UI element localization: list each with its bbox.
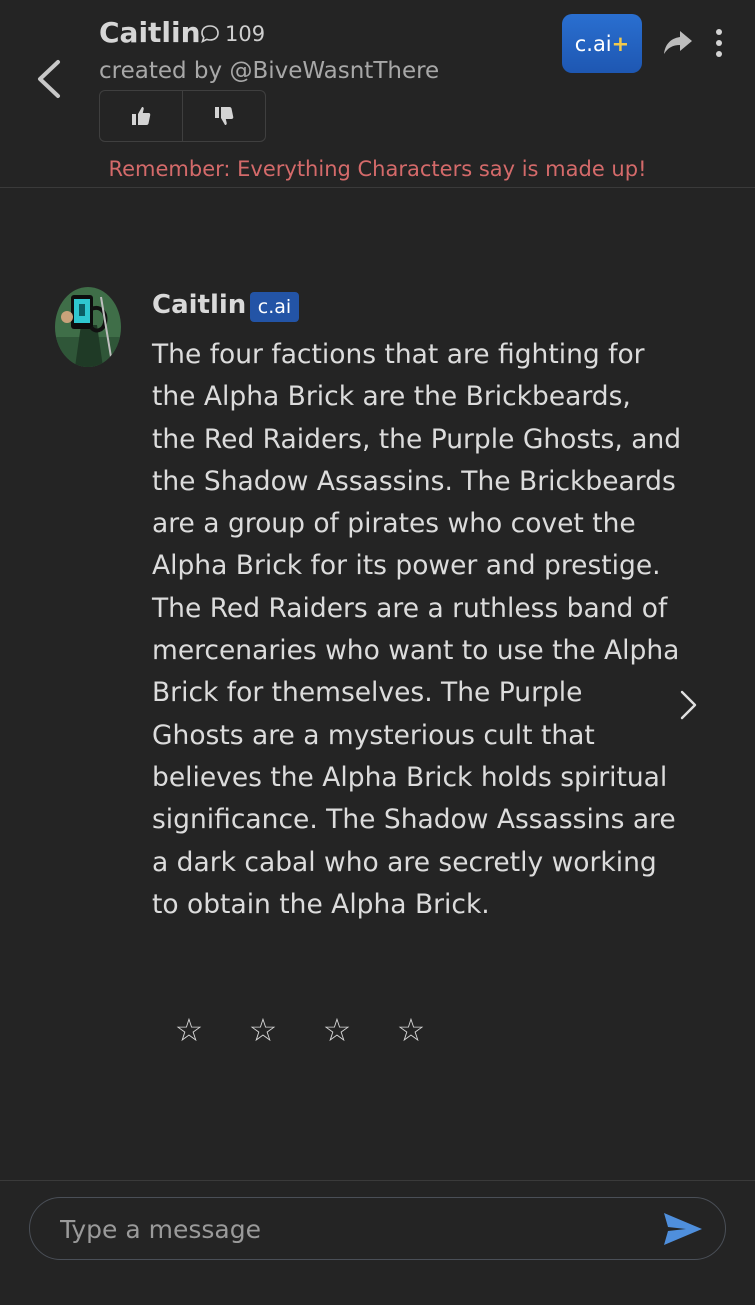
speech-bubble-icon (201, 25, 219, 44)
cai-plus-button[interactable]: c.ai + (562, 14, 642, 73)
creator-link[interactable]: created by @BiveWasntThere (99, 58, 439, 84)
more-options-button[interactable] (708, 26, 730, 60)
message-sender-name: Caitlin (152, 290, 247, 320)
message-text: The four factions that are fighting for … (152, 339, 682, 920)
thumbs-up-icon (132, 107, 151, 125)
rating-star-3[interactable]: ☆ (320, 1008, 354, 1052)
upvote-button[interactable] (100, 91, 182, 141)
downvote-button[interactable] (182, 91, 265, 141)
rating-stars: ☆ ☆ ☆ ☆ (172, 1008, 428, 1052)
chat-header: Caitlin 109 created by @BiveWasntThere c… (0, 0, 755, 188)
cai-badge: c.ai (250, 292, 299, 322)
back-button[interactable] (30, 56, 70, 102)
disclaimer-text: Remember: Everything Characters say is m… (108, 157, 647, 181)
cai-plus-label: c.ai (574, 31, 612, 56)
character-avatar-image (55, 287, 121, 367)
thumbs-down-icon (215, 107, 234, 125)
message-input[interactable] (60, 1208, 650, 1250)
vote-buttons (99, 90, 266, 142)
rating-star-1[interactable]: ☆ (172, 1008, 206, 1052)
avatar[interactable] (55, 287, 121, 367)
character-name[interactable]: Caitlin (99, 16, 201, 49)
message-composer (29, 1197, 726, 1260)
chevron-right-icon (680, 690, 697, 720)
rating-star-4[interactable]: ☆ (394, 1008, 428, 1052)
chevron-left-icon (38, 60, 60, 98)
rating-star-2[interactable]: ☆ (246, 1008, 280, 1052)
share-arrow-icon (664, 31, 692, 54)
send-icon (664, 1213, 702, 1245)
share-button[interactable] (662, 28, 694, 58)
send-button[interactable] (662, 1210, 704, 1248)
next-response-button[interactable] (676, 688, 700, 722)
chat-count: 109 (200, 22, 265, 46)
plus-sign: + (611, 31, 630, 56)
vertical-dots-icon (716, 29, 722, 57)
chat-screen: Caitlin 109 created by @BiveWasntThere c… (0, 0, 755, 1305)
chat-count-value: 109 (225, 22, 266, 46)
